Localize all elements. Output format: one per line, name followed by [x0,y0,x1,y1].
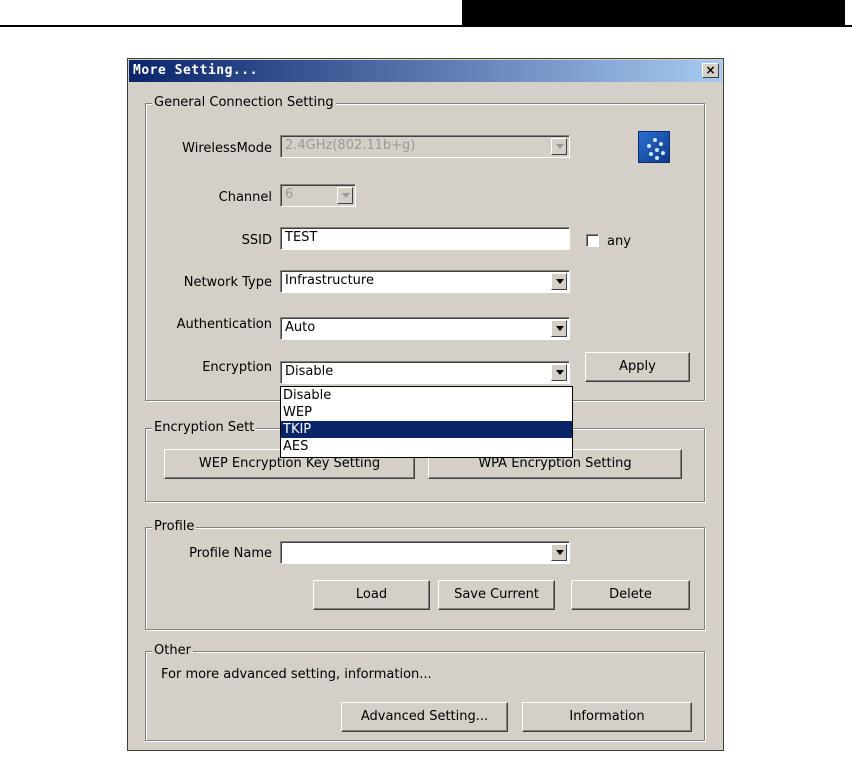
save-current-button[interactable]: Save Current [438,580,555,610]
other-legend: Other [152,643,193,658]
channel-select[interactable]: 6 [280,184,356,207]
encryption-dropdown-list[interactable]: Disable WEP TKIP AES [280,386,573,458]
wireless-network-icon [638,131,670,163]
wireless-mode-label: WirelessMode [182,141,272,156]
profile-name-select[interactable] [280,541,570,564]
network-type-select[interactable]: Infrastructure [280,270,570,293]
chevron-down-icon[interactable] [551,364,567,381]
wireless-mode-value: 2.4GHz(802.11b+g) [285,138,416,153]
authentication-value: Auto [285,320,316,335]
channel-label: Channel [218,190,272,205]
channel-value: 6 [285,187,294,202]
network-type-label: Network Type [183,275,272,290]
encryption-option-aes[interactable]: AES [281,438,572,455]
encryption-select[interactable]: Disable [280,361,570,384]
network-type-value: Infrastructure [285,273,374,288]
load-button[interactable]: Load [313,580,430,610]
title-bar[interactable]: More Setting... × [129,60,722,82]
any-label: any [607,234,631,249]
encryption-label: Encryption [202,360,272,375]
any-checkbox[interactable] [586,234,599,247]
chevron-down-icon [337,187,353,204]
header-black-bar [462,0,845,25]
information-button[interactable]: Information [522,702,692,732]
encryption-setting-legend: Encryption Sett [152,420,257,435]
advanced-setting-button[interactable]: Advanced Setting... [341,702,508,732]
authentication-select[interactable]: Auto [280,317,570,340]
dialog-title: More Setting... [133,63,258,78]
ssid-value: TEST [285,230,318,245]
close-icon: × [705,63,716,77]
chevron-down-icon[interactable] [551,320,567,337]
encryption-option-tkip[interactable]: TKIP [281,421,572,438]
ssid-label: SSID [241,233,272,248]
delete-button[interactable]: Delete [571,580,690,610]
general-connection-legend: General Connection Setting [152,95,336,110]
chevron-down-icon[interactable] [551,544,567,561]
profile-legend: Profile [152,519,197,534]
encryption-value: Disable [285,364,334,379]
profile-name-label: Profile Name [189,546,272,561]
other-description: For more advanced setting, information..… [161,667,432,682]
encryption-option-disable[interactable]: Disable [281,387,572,404]
chevron-down-icon [551,138,567,155]
wireless-mode-select[interactable]: 2.4GHz(802.11b+g) [280,135,570,158]
authentication-label: Authentication [176,317,272,332]
apply-button[interactable]: Apply [585,352,690,382]
close-button[interactable]: × [702,63,719,78]
chevron-down-icon[interactable] [551,273,567,290]
more-setting-dialog: More Setting... × General Connection Set… [127,58,724,751]
encryption-option-wep[interactable]: WEP [281,404,572,421]
ssid-input[interactable]: TEST [280,227,570,250]
header-rule [0,25,852,27]
